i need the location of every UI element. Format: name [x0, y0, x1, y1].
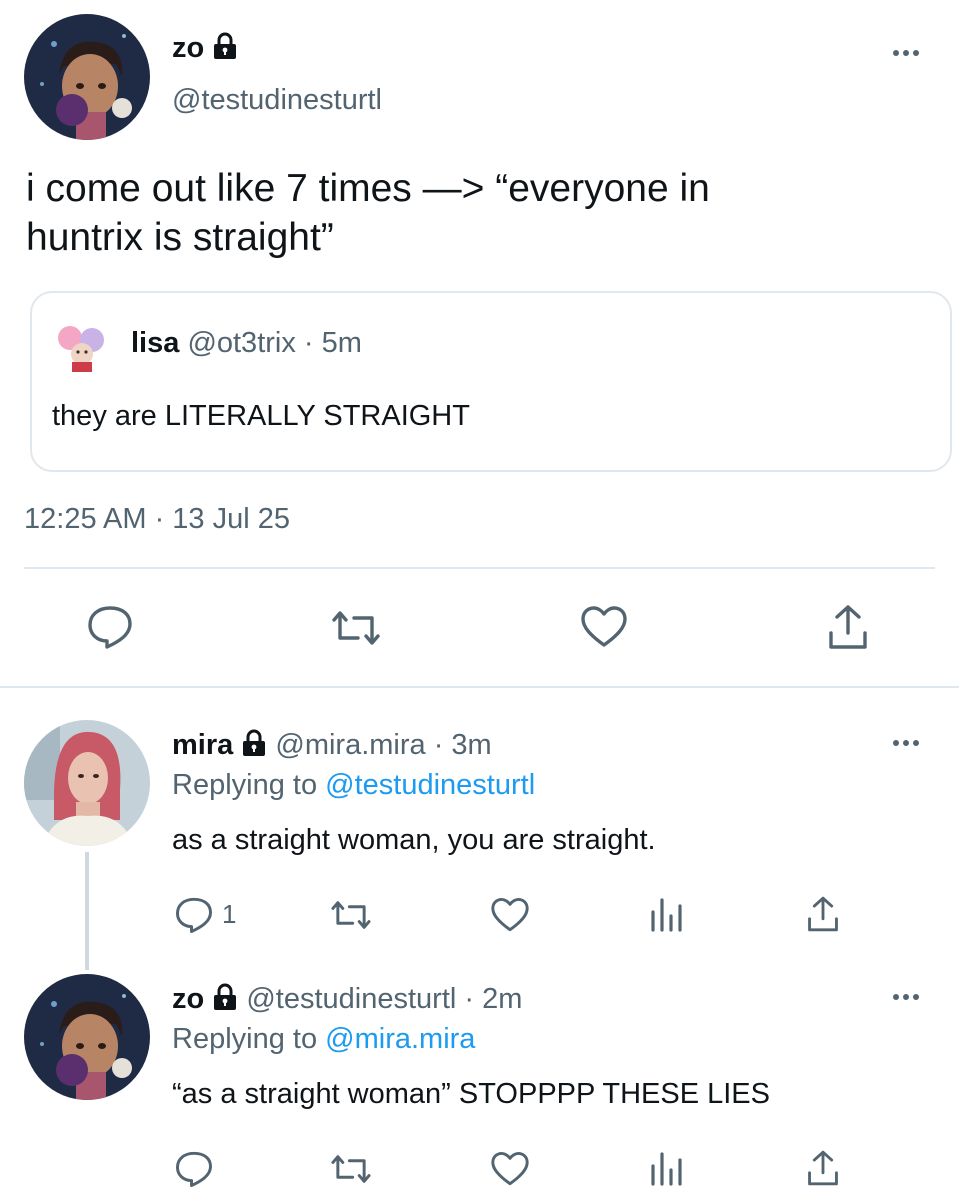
thread-line	[85, 852, 89, 970]
share-icon[interactable]	[805, 1149, 841, 1187]
display-name-text[interactable]: zo	[172, 983, 204, 1015]
share-icon[interactable]	[805, 895, 841, 933]
reply-text: “as a straight woman” STOPPPP THESE LIES	[172, 1078, 770, 1110]
replying-to-link[interactable]: @testudinesturtl	[325, 769, 535, 801]
reply-count: 1	[222, 899, 237, 929]
avatar-lisa	[52, 318, 112, 374]
display-name-text[interactable]: mira	[172, 729, 233, 761]
retweet-icon[interactable]	[328, 608, 384, 648]
replying-to-prefix: Replying to	[172, 1023, 318, 1055]
share-icon[interactable]	[826, 603, 870, 651]
avatar-zo[interactable]	[24, 14, 150, 140]
handle-time: @mira.mira · 3m	[275, 729, 492, 761]
replying-to-link[interactable]: @mira.mira	[325, 1023, 475, 1055]
divider	[0, 686, 959, 688]
handle-time: @testudinesturtl · 2m	[246, 983, 523, 1015]
quoted-tweet-card[interactable]: lisa @ot3trix · 5m they are LITERALLY ST…	[30, 291, 952, 472]
more-icon[interactable]	[893, 740, 919, 746]
replying-to: Replying to @testudinesturtl	[172, 767, 535, 803]
like-icon[interactable]	[580, 605, 628, 649]
reply-header: mira @mira.mira · 3m	[172, 727, 492, 766]
tweet-text: i come out like 7 times —> “everyone in …	[26, 164, 710, 262]
reply-icon[interactable]	[174, 1150, 214, 1188]
display-name-text: zo	[172, 32, 205, 64]
analytics-icon[interactable]	[649, 896, 683, 932]
avatar-mira[interactable]	[24, 720, 150, 846]
reply-icon[interactable]	[174, 896, 214, 934]
lock-icon	[212, 983, 238, 1020]
more-icon[interactable]	[893, 994, 919, 1000]
reply-text: as a straight woman, you are straight.	[172, 824, 656, 856]
lock-icon	[241, 729, 267, 766]
quote-time: · 5m	[303, 327, 362, 359]
like-icon[interactable]	[490, 897, 530, 933]
retweet-icon[interactable]	[328, 898, 374, 932]
like-icon[interactable]	[490, 1151, 530, 1187]
quote-text: they are LITERALLY STRAIGHT	[52, 400, 470, 432]
tweet-text-line: huntrix is straight”	[26, 216, 334, 259]
more-icon[interactable]	[893, 50, 919, 56]
tweet-timestamp: 12:25 AM · 13 Jul 25	[24, 503, 290, 535]
quote-handle: @ot3trix	[187, 327, 296, 359]
reply-icon[interactable]	[86, 604, 134, 650]
avatar-zo[interactable]	[24, 974, 150, 1100]
divider	[24, 567, 935, 569]
reply-header: zo @testudinesturtl · 2m	[172, 981, 522, 1020]
lock-icon	[212, 32, 238, 69]
quote-display-name: lisa	[131, 327, 180, 359]
analytics-icon[interactable]	[649, 1150, 683, 1186]
replying-to-prefix: Replying to	[172, 769, 318, 801]
quote-header: lisa @ot3trix · 5m	[131, 325, 362, 361]
author-display-name[interactable]: zo	[172, 30, 238, 69]
tweet-text-line: i come out like 7 times —> “everyone in	[26, 167, 710, 210]
author-handle[interactable]: @testudinesturtl	[172, 82, 382, 118]
replying-to: Replying to @mira.mira	[172, 1021, 475, 1057]
retweet-icon[interactable]	[328, 1152, 374, 1186]
